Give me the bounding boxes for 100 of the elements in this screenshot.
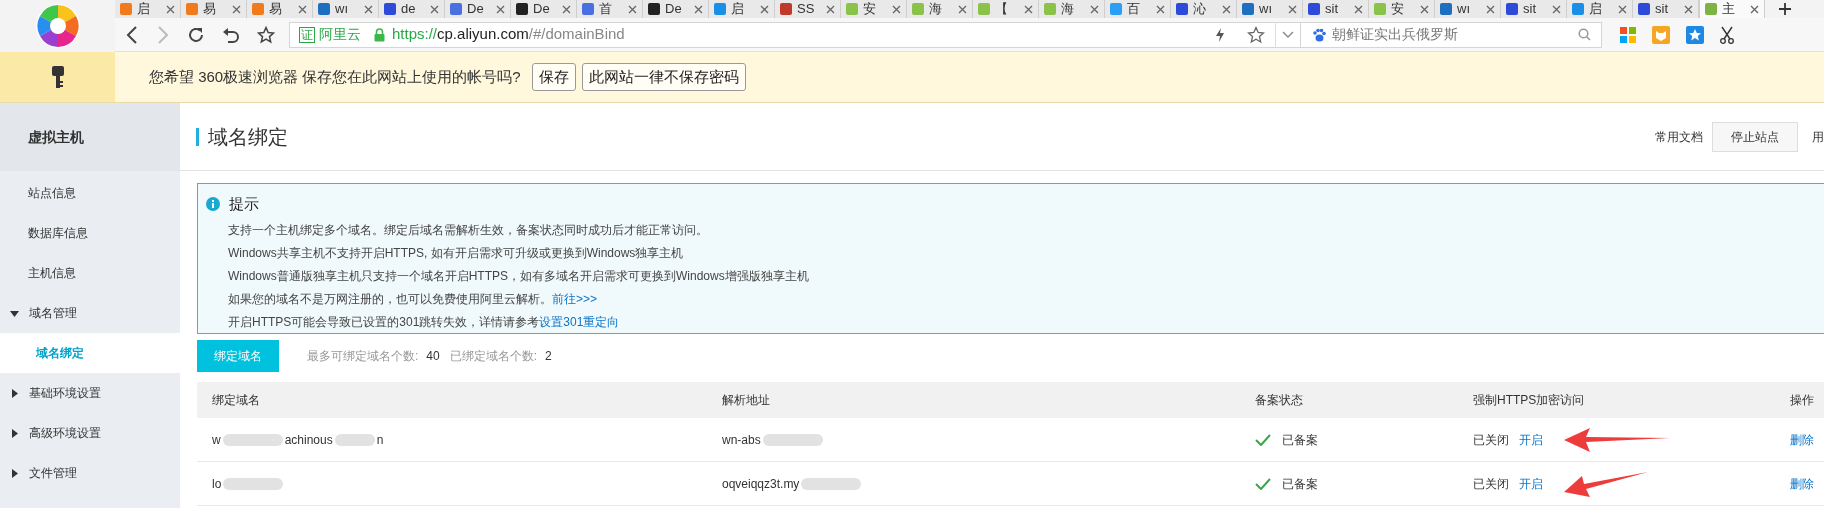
tab-title: 安: [1391, 1, 1404, 17]
sidebar-item[interactable]: 主机信息: [0, 253, 180, 293]
close-icon[interactable]: [1618, 4, 1627, 14]
browser-tab[interactable]: 启: [1567, 0, 1633, 18]
notice-link[interactable]: 设置301重定向: [539, 313, 620, 331]
tab-title: De: [665, 1, 682, 17]
search-box[interactable]: 朝鲜证实出兵俄罗斯: [1300, 21, 1602, 48]
sidebar-item[interactable]: 数据库信息: [0, 213, 180, 253]
close-icon[interactable]: [1684, 4, 1693, 14]
browser-tab[interactable]: 沁: [1171, 0, 1237, 18]
scissors-icon[interactable]: [1720, 25, 1734, 44]
star-icon[interactable]: [257, 25, 275, 44]
browser-tab[interactable]: 安: [1369, 0, 1435, 18]
tab-title: sit: [1523, 1, 1536, 17]
close-icon[interactable]: [430, 4, 439, 14]
browser-tab[interactable]: de: [379, 0, 445, 18]
search-icon[interactable]: [1578, 28, 1591, 41]
tab-title: 海: [1061, 1, 1074, 17]
max-domains-label: 最多可绑定域名个数:: [307, 348, 419, 365]
close-icon[interactable]: [232, 4, 241, 14]
notice-link[interactable]: 前往>>>: [552, 290, 598, 308]
enable-link[interactable]: 开启: [1519, 431, 1543, 449]
close-icon[interactable]: [364, 4, 373, 14]
enable-link[interactable]: 开启: [1519, 475, 1543, 493]
search-field[interactable]: 朝鲜证实出兵俄罗斯: [1332, 24, 1578, 45]
browser-tab[interactable]: De: [643, 0, 709, 18]
new-tab-icon[interactable]: [1779, 3, 1791, 15]
close-icon[interactable]: [496, 4, 505, 14]
undo-icon[interactable]: [222, 25, 240, 44]
browser-tab[interactable]: 易: [247, 0, 313, 18]
close-icon[interactable]: [166, 4, 175, 14]
redaction-mark: [762, 434, 823, 446]
browser-tab[interactable]: SS: [775, 0, 841, 18]
header-link[interactable]: 用: [1812, 127, 1824, 146]
close-icon[interactable]: [298, 4, 307, 14]
close-icon[interactable]: [628, 4, 637, 14]
close-icon[interactable]: [1156, 4, 1165, 14]
browser-tab[interactable]: wı: [313, 0, 379, 18]
close-icon[interactable]: [826, 4, 835, 14]
close-icon[interactable]: [1420, 4, 1429, 14]
browser-tab[interactable]: sit: [1633, 0, 1699, 18]
password-bar-button[interactable]: 此网站一律不保存密码: [581, 63, 746, 91]
reload-icon[interactable]: [187, 25, 205, 44]
sidebar-item[interactable]: 高级环境设置: [0, 413, 180, 453]
close-icon[interactable]: [958, 4, 967, 14]
close-icon[interactable]: [1288, 4, 1297, 14]
close-icon[interactable]: [1354, 4, 1363, 14]
sidebar-item[interactable]: 文件管理: [0, 453, 180, 493]
browser-logo-icon[interactable]: [34, 3, 81, 49]
sidebar-title: 虚拟主机: [0, 103, 180, 171]
browser-tab[interactable]: De: [445, 0, 511, 18]
browser-tab[interactable]: wı: [1237, 0, 1303, 18]
browser-tab[interactable]: 【: [973, 0, 1039, 18]
column-header: 备案状态: [1254, 392, 1304, 409]
close-icon[interactable]: [1552, 4, 1561, 14]
close-icon[interactable]: [1090, 4, 1099, 14]
delete-link[interactable]: 删除: [1790, 433, 1814, 447]
close-icon[interactable]: [892, 4, 901, 14]
redaction-mark: [222, 434, 283, 446]
browser-tab[interactable]: 首: [577, 0, 643, 18]
delete-link[interactable]: 删除: [1790, 477, 1814, 491]
close-icon[interactable]: [562, 4, 571, 14]
sidebar-item[interactable]: 域名管理: [0, 293, 180, 333]
browser-tab[interactable]: 主: [1699, 0, 1765, 18]
browser-tab[interactable]: sit: [1303, 0, 1369, 18]
dropdown-caret-icon[interactable]: [1282, 30, 1294, 39]
browser-tab[interactable]: 启: [709, 0, 775, 18]
redacted-text: n: [376, 432, 384, 449]
back-icon[interactable]: [125, 25, 139, 44]
docs-link[interactable]: 常用文档: [1655, 127, 1703, 146]
close-icon[interactable]: [1024, 4, 1033, 14]
lightning-icon[interactable]: [1215, 27, 1225, 42]
redacted-text: w: [212, 432, 221, 449]
close-icon[interactable]: [760, 4, 769, 14]
browser-tab[interactable]: 百: [1105, 0, 1171, 18]
address-field[interactable]: 证 阿里云 https://cp.aliyun.com/#/domainBind: [289, 21, 1301, 48]
browser-tab[interactable]: De: [511, 0, 577, 18]
stop-site-button[interactable]: 停止站点: [1712, 121, 1798, 152]
caret-right-icon: [10, 428, 19, 438]
close-icon[interactable]: [1486, 4, 1495, 14]
key-icon: [50, 65, 65, 89]
check-icon: [1255, 434, 1271, 446]
browser-tab[interactable]: 安: [841, 0, 907, 18]
close-icon[interactable]: [1750, 4, 1759, 14]
close-icon[interactable]: [1222, 4, 1231, 14]
browser-tab[interactable]: 启: [115, 0, 181, 18]
sidebar-item[interactable]: 基础环境设置: [0, 373, 180, 413]
password-bar-button[interactable]: 保存: [531, 63, 576, 91]
notice-text: 支持一个主机绑定多个域名。绑定后域名需解析生效，备案状态同时成功后才能正常访问。: [228, 222, 708, 239]
browser-tab[interactable]: 易: [181, 0, 247, 18]
close-icon[interactable]: [694, 4, 703, 14]
browser-tab[interactable]: 海: [1039, 0, 1105, 18]
browser-tab[interactable]: sit: [1501, 0, 1567, 18]
browser-tab[interactable]: wı: [1435, 0, 1501, 18]
star-icon[interactable]: [1247, 25, 1265, 44]
sidebar-item[interactable]: 站点信息: [0, 173, 180, 213]
apps-grid-icon[interactable]: [1620, 26, 1636, 43]
page-title: 域名绑定: [208, 124, 288, 150]
browser-tab[interactable]: 海: [907, 0, 973, 18]
tab-title: 主: [1722, 1, 1735, 17]
